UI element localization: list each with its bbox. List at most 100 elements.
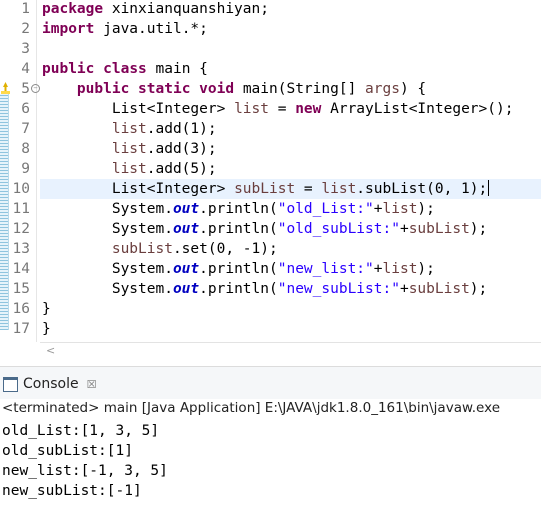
code-line[interactable]: 7 list.add(1); <box>0 119 541 139</box>
horizontal-scrollbar[interactable]: < <box>40 342 541 357</box>
code-line[interactable]: 3 <box>0 39 541 59</box>
console-output-line: new_subList:[-1] <box>2 483 142 499</box>
code-text[interactable]: public static void main(String[] args) { <box>42 79 426 99</box>
field-token: out <box>172 261 200 277</box>
code-line[interactable]: 15 System.out.println("new_subList:"+sub… <box>0 279 541 299</box>
chevron-left-icon[interactable]: < <box>46 344 55 357</box>
code-line[interactable]: 10 List<Integer> subList = list.subList(… <box>0 179 541 199</box>
console-view: Console ☒ <terminated> main [Java Applic… <box>0 366 541 508</box>
code-line[interactable]: 8 list.add(3); <box>0 139 541 159</box>
console-tab-label: Console <box>23 376 79 392</box>
code-token: List<Integer> <box>42 181 235 197</box>
code-text[interactable]: } <box>42 319 51 339</box>
variable-token: args <box>365 81 400 97</box>
variable-token: list <box>111 141 147 157</box>
collapse-icon[interactable]: − <box>31 84 40 93</box>
code-token: System. <box>42 201 173 217</box>
console-status-text: <terminated> main [Java Application] E:\… <box>2 400 501 416</box>
code-line[interactable]: 14 System.out.println("new_list:"+list); <box>0 259 541 279</box>
code-text[interactable]: } <box>42 299 51 319</box>
code-text[interactable]: List<Integer> subList = list.subList(0, … <box>42 179 490 199</box>
code-token: ); <box>417 261 435 277</box>
variable-token: list <box>111 161 147 177</box>
code-line[interactable]: 1 package xinxianquanshiyan; <box>0 0 541 19</box>
variable-token: subList <box>111 241 173 257</box>
code-line[interactable]: 2 import java.util.*; <box>0 19 541 39</box>
code-token: main(String[] <box>234 81 366 97</box>
code-text[interactable]: list.add(3); <box>42 139 217 159</box>
line-number: 3 <box>21 41 30 57</box>
code-token: ArrayList<Integer>(); <box>321 101 514 117</box>
code-token: .add(3); <box>146 141 217 157</box>
code-token: ); <box>469 281 488 297</box>
warning-marker-icon[interactable] <box>1 80 10 94</box>
line-number: 5 <box>21 81 30 97</box>
variable-token: list <box>382 201 418 217</box>
line-number: 2 <box>21 21 30 37</box>
code-editor[interactable]: 1 package xinxianquanshiyan; 2 import java.… <box>0 0 541 342</box>
text-caret <box>488 180 490 196</box>
code-line[interactable]: 5− public static void main(String[] args… <box>0 79 541 99</box>
code-line[interactable]: 9 list.add(5); <box>0 159 541 179</box>
code-token: xinxianquanshiyan; <box>103 1 269 17</box>
code-text[interactable]: List<Integer> list = new ArrayList<Integ… <box>42 99 514 119</box>
line-number: 4 <box>21 61 30 77</box>
code-line[interactable]: 13 subList.set(0, -1); <box>0 239 541 259</box>
code-text[interactable]: System.out.println("new_list:"+list); <box>42 259 435 279</box>
keyword-token: void <box>199 81 235 97</box>
variable-token: subList <box>408 221 470 237</box>
keyword-token: class <box>103 61 147 77</box>
code-text[interactable]: System.out.println("old_List:"+list); <box>42 199 435 219</box>
code-token: .println( <box>199 201 278 217</box>
keyword-token: new <box>295 101 322 117</box>
code-token: main { <box>146 61 208 77</box>
console-tab[interactable]: Console ☒ <box>3 373 96 395</box>
code-line[interactable]: 17} <box>0 319 541 339</box>
code-text[interactable]: package xinxianquanshiyan; <box>42 0 269 19</box>
string-token: "old_subList:" <box>277 221 400 237</box>
code-line[interactable]: 6 List<Integer> list = new ArrayList<Int… <box>0 99 541 119</box>
code-token: + <box>373 261 383 277</box>
code-text[interactable]: subList.set(0, -1); <box>42 239 278 259</box>
line-number: 17 <box>12 321 30 337</box>
code-token: .println( <box>199 281 278 297</box>
code-text[interactable]: System.out.println("old_subList:"+subLis… <box>42 219 487 239</box>
code-line[interactable]: 16} <box>0 299 541 319</box>
code-token: ); <box>469 221 488 237</box>
code-token: .println( <box>199 221 278 237</box>
line-number: 7 <box>21 121 30 137</box>
line-number: 12 <box>12 221 30 237</box>
keyword-token: package <box>42 1 104 17</box>
line-number: 14 <box>12 261 30 277</box>
code-token: System. <box>42 221 173 237</box>
code-text[interactable]: list.add(5); <box>42 159 217 179</box>
code-token: + <box>373 201 383 217</box>
close-icon[interactable]: ☒ <box>87 378 97 391</box>
line-number: 6 <box>21 101 30 117</box>
code-text[interactable]: import java.util.*; <box>42 19 208 39</box>
keyword-token: import <box>42 21 95 37</box>
code-line[interactable]: 12 System.out.println("old_subList:"+sub… <box>0 219 541 239</box>
string-token: "old_List:" <box>277 201 374 217</box>
field-token: out <box>172 201 200 217</box>
variable-token: subList <box>408 281 470 297</box>
code-text[interactable]: public class main { <box>42 59 208 79</box>
code-token: = <box>295 181 322 197</box>
code-line[interactable]: 11 System.out.println("old_List:"+list); <box>0 199 541 219</box>
code-text[interactable]: System.out.println("new_subList:"+subLis… <box>42 279 487 299</box>
code-token: } <box>42 301 51 317</box>
line-number: 9 <box>21 161 30 177</box>
code-text[interactable]: list.add(1); <box>42 119 217 139</box>
code-token: System. <box>42 261 173 277</box>
code-token: + <box>399 281 409 297</box>
line-number: 13 <box>12 241 30 257</box>
code-token: List<Integer> <box>42 101 235 117</box>
code-line[interactable]: 4 public class main { <box>0 59 541 79</box>
code-token: System. <box>42 281 173 297</box>
keyword-token: public <box>76 81 130 97</box>
